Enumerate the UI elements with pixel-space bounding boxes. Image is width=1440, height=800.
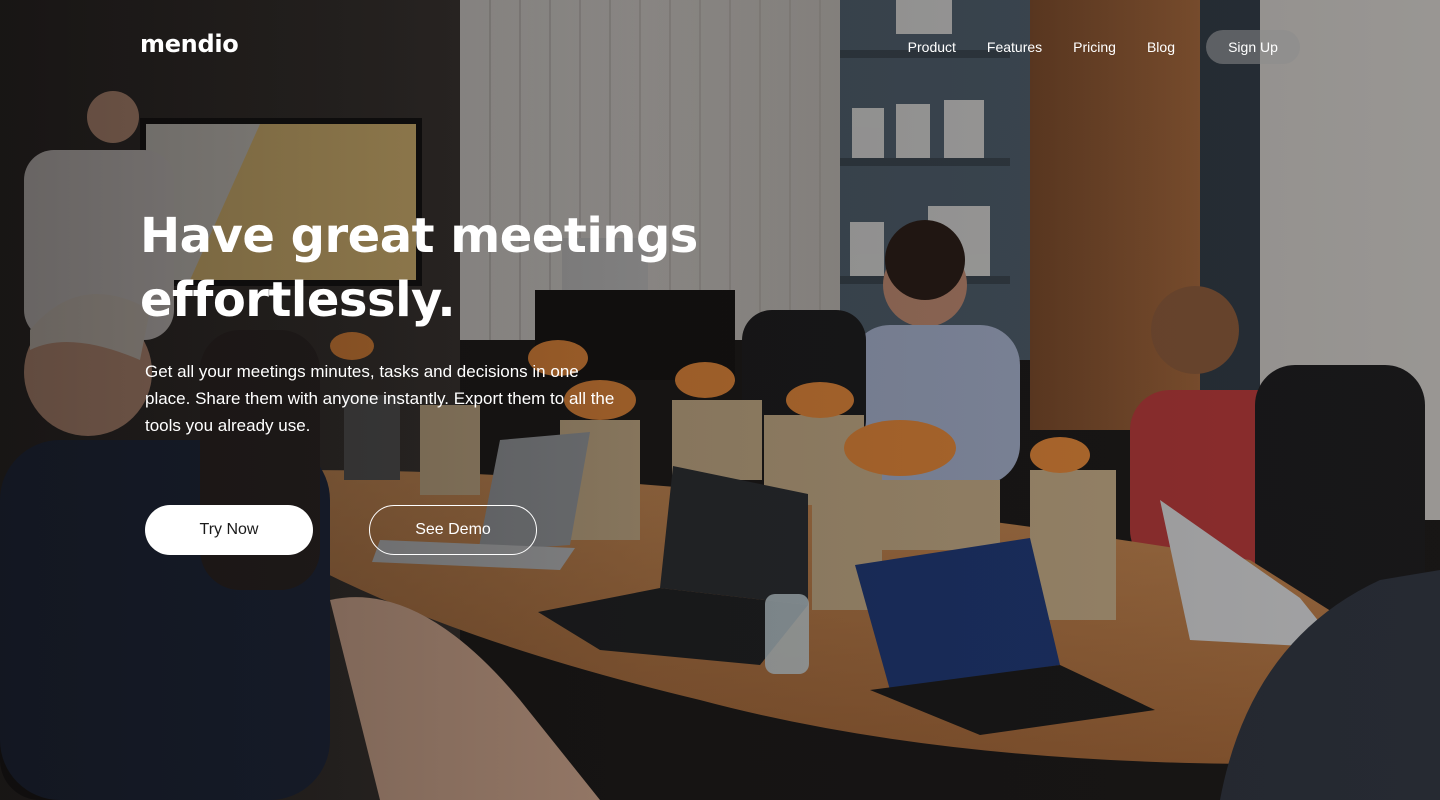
hero-headline-line-1: Have great meetings <box>140 208 698 264</box>
nav-link-blog[interactable]: Blog <box>1147 39 1175 55</box>
mendio-logo[interactable]: mendio <box>140 30 239 58</box>
nav-link-features[interactable]: Features <box>987 39 1042 55</box>
hero-subtext: Get all your meetings minutes, tasks and… <box>145 362 615 435</box>
nav-link-pricing[interactable]: Pricing <box>1073 39 1116 55</box>
top-navigation: mendio Product Features Pricing Blog Sig… <box>0 0 1440 94</box>
hero-headline-line-2: effortlessly. <box>140 272 456 328</box>
nav-link-product[interactable]: Product <box>908 39 956 55</box>
hero-headline: Have great meetings effortlessly. <box>140 204 740 332</box>
nav-links: Product Features Pricing Blog Sign Up <box>908 30 1300 64</box>
sign-up-button[interactable]: Sign Up <box>1206 30 1300 64</box>
try-now-button[interactable]: Try Now <box>145 505 313 555</box>
see-demo-button[interactable]: See Demo <box>369 505 537 555</box>
